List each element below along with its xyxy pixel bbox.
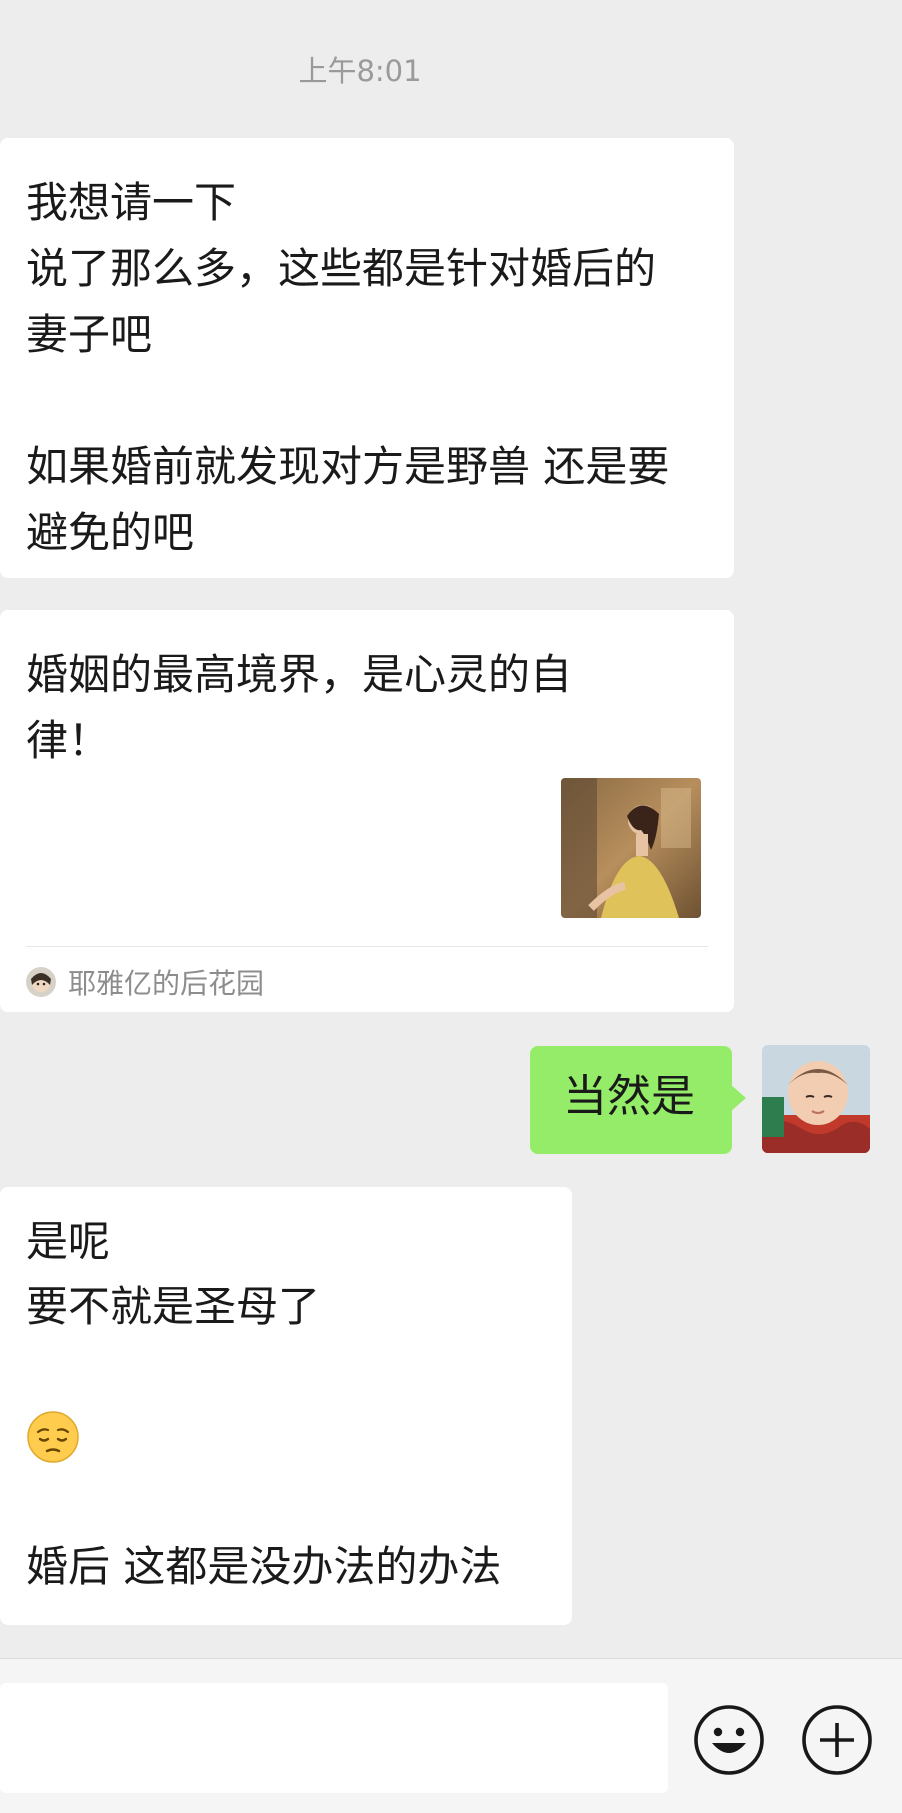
message-timestamp: 上午8:01 [298, 54, 422, 88]
message-line: 我想请一下 [26, 178, 237, 227]
input-bar [0, 1658, 902, 1813]
message-line: 妻子吧 [26, 310, 153, 359]
message-line: 说了那么多，这些都是针对婚后的 [26, 244, 657, 293]
incoming-message-bubble[interactable]: 我想请一下 说了那么多，这些都是针对婚后的 妻子吧 如果婚前就发现对方是野兽 还… [0, 138, 734, 578]
message-input-box[interactable] [0, 1683, 668, 1793]
link-card-thumbnail [561, 778, 701, 918]
emoji-line [26, 1404, 546, 1469]
smiley-icon[interactable] [692, 1703, 766, 1777]
source-avatar [26, 967, 56, 997]
plus-icon[interactable] [800, 1703, 874, 1777]
link-card-divider [26, 946, 708, 947]
source-name: 耶雅亿的后花园 [68, 967, 265, 1000]
link-card-message[interactable]: 婚姻的最高境界，是心灵的自律！ 耶雅亿的后花园 [0, 610, 734, 1012]
link-card-source[interactable]: 耶雅亿的后花园 [26, 962, 264, 1002]
message-line: 如果婚前就发现对方是野兽 还是要 [26, 442, 670, 491]
message-line [26, 1339, 546, 1404]
message-line: 要不就是圣母了 [26, 1282, 321, 1331]
pensive-face-icon [27, 1410, 79, 1463]
message-text: 当然是 [563, 1071, 695, 1122]
message-line: 婚后 这都是没办法的办法 [26, 1542, 502, 1591]
message-line [26, 1469, 546, 1534]
message-text: 是呢要不就是圣母了 婚后 这都是没办法的办法 [26, 1209, 546, 1599]
message-input[interactable] [0, 1683, 668, 1793]
link-card-title: 婚姻的最高境界，是心灵的自律！ [26, 650, 573, 765]
message-line: 避免的吧 [26, 508, 195, 557]
message-line: 是呢 [26, 1217, 111, 1266]
incoming-message-bubble[interactable]: 是呢要不就是圣母了 婚后 这都是没办法的办法 [0, 1187, 572, 1625]
outgoing-message-bubble[interactable]: 当然是 [530, 1046, 746, 1154]
message-text: 我想请一下 说了那么多，这些都是针对婚后的 妻子吧 如果婚前就发现对方是野兽 还… [26, 170, 706, 566]
my-avatar[interactable] [762, 1045, 870, 1153]
